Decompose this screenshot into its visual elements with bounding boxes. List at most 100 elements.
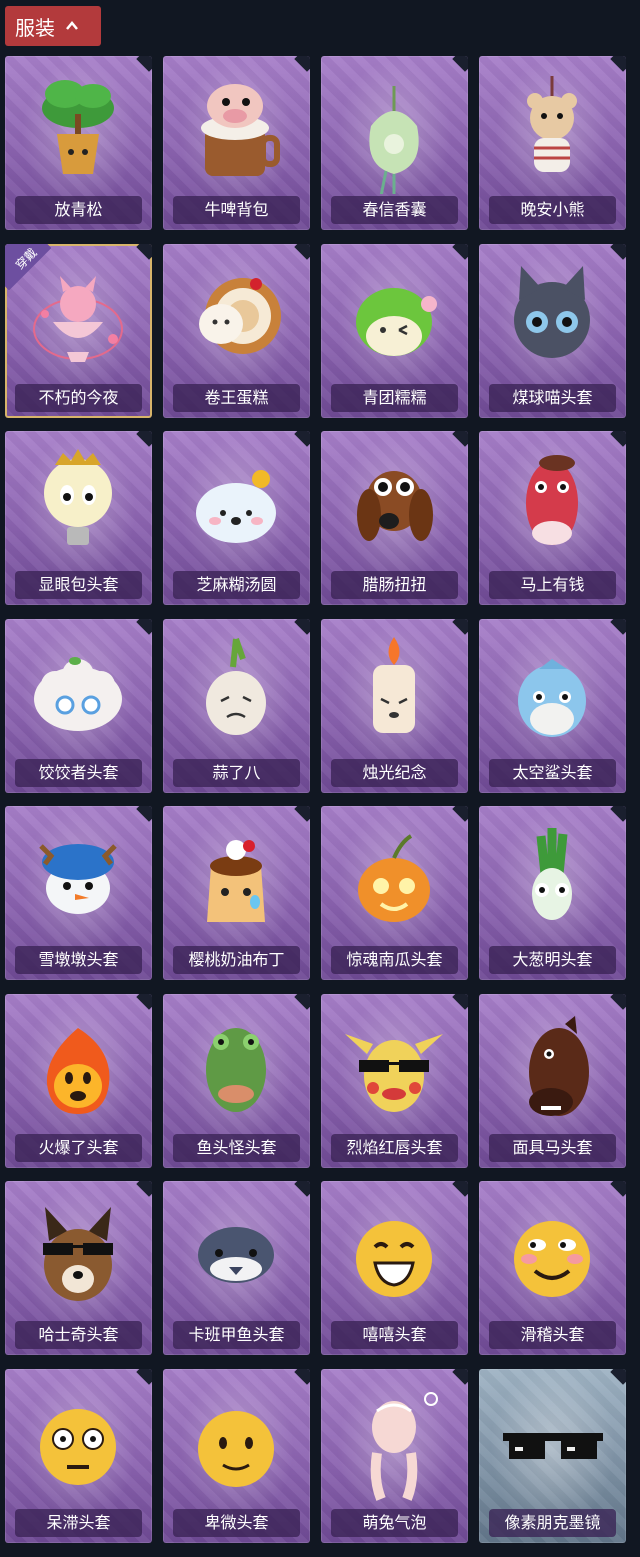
costume-item-card[interactable]: 卷王蛋糕 — [163, 244, 310, 418]
garlic-head-icon — [206, 638, 266, 735]
sachet-icon — [369, 86, 419, 194]
costume-item-card[interactable]: 火爆了头套 — [5, 994, 152, 1168]
costume-item-card[interactable]: 青团糯糯 — [321, 244, 468, 418]
costume-tab[interactable]: 服装 — [5, 6, 101, 46]
costume-item-name: 青团糯糯 — [331, 384, 458, 412]
costume-item-name: 不朽的今夜 — [15, 384, 142, 412]
costume-item-card[interactable]: 樱桃奶油布丁 — [163, 806, 310, 980]
costume-item-card[interactable]: 烈焰红唇头套 — [321, 994, 468, 1168]
costume-item-card[interactable]: 嘻嘻头套 — [321, 1181, 468, 1355]
candle-head-icon — [373, 637, 415, 733]
horse-mask-icon — [529, 1016, 589, 1116]
costume-item-name: 雪墩墩头套 — [15, 946, 142, 974]
costume-item-card[interactable]: 哈士奇头套 — [5, 1181, 152, 1355]
pumpkin-head-icon — [358, 834, 430, 922]
costume-item-card[interactable]: 显眼包头套 — [5, 431, 152, 605]
costume-item-card[interactable]: 牛啤背包 — [163, 56, 310, 230]
worn-badge-label: 穿戴 — [12, 245, 40, 273]
costume-item-name: 大葱明头套 — [489, 946, 616, 974]
costume-item-card[interactable]: 呆滞头套 — [5, 1369, 152, 1543]
costume-item-card[interactable]: 蒜了八 — [163, 619, 310, 793]
chevron-up-icon — [66, 21, 78, 30]
pixel-sunglasses-icon — [503, 1433, 603, 1459]
costume-item-name: 晚安小熊 — [489, 196, 616, 224]
pudding-head-icon — [207, 840, 265, 922]
scallion-head-icon — [532, 828, 572, 920]
red-horse-head-icon — [526, 455, 578, 545]
green-dumpling-icon — [356, 288, 437, 356]
costume-item-card[interactable]: 卑微头套 — [163, 1369, 310, 1543]
costume-item-name: 火爆了头套 — [15, 1134, 142, 1162]
item-grid: 放青松 牛啤背包 春信香囊 晚安小熊 穿戴 不朽的今夜 卷王蛋糕 青团糯糯 煤球喵头套 显眼包头套… — [0, 56, 640, 1553]
shark-head-icon — [518, 659, 586, 737]
costume-item-name: 惊魂南瓜头套 — [331, 946, 458, 974]
costume-item-card[interactable]: 面具马头套 — [479, 994, 626, 1168]
humble-emoji-head-icon — [198, 1411, 274, 1487]
cow-beer-mug-icon — [201, 84, 280, 176]
costume-item-name: 烈焰红唇头套 — [331, 1134, 458, 1162]
costume-item-name: 樱桃奶油布丁 — [173, 946, 300, 974]
costume-item-card[interactable]: 放青松 — [5, 56, 152, 230]
costume-item-name: 煤球喵头套 — [489, 384, 616, 412]
costume-item-card[interactable]: 大葱明头套 — [479, 806, 626, 980]
costume-item-name: 卡班甲鱼头套 — [173, 1321, 300, 1349]
costume-item-card[interactable]: 滑稽头套 — [479, 1181, 626, 1355]
husky-head-icon — [43, 1207, 113, 1301]
costume-item-card[interactable]: 像素朋克墨镜 — [479, 1369, 626, 1543]
rice-ball-icon — [196, 470, 276, 543]
costume-item-card[interactable]: 穿戴 不朽的今夜 — [5, 244, 152, 418]
costume-item-card[interactable]: 马上有钱 — [479, 431, 626, 605]
lightbulb-head-icon — [44, 449, 112, 545]
roll-cake-icon — [199, 278, 281, 354]
teddy-bear-icon — [527, 76, 577, 172]
costume-item-card[interactable]: 晚安小熊 — [479, 56, 626, 230]
costume-item-card[interactable]: 雪墩墩头套 — [5, 806, 152, 980]
dazed-emoji-head-icon — [40, 1409, 116, 1485]
costume-item-name: 马上有钱 — [489, 571, 616, 599]
costume-item-name: 太空鲨头套 — [489, 759, 616, 787]
costume-item-name: 显眼包头套 — [15, 571, 142, 599]
costume-item-name: 萌兔气泡 — [331, 1509, 458, 1537]
costume-item-card[interactable]: 饺饺者头套 — [5, 619, 152, 793]
costume-item-card[interactable]: 腊肠扭扭 — [321, 431, 468, 605]
costume-tab-label: 服装 — [15, 15, 55, 40]
worn-badge: 穿戴 — [5, 244, 51, 290]
costume-item-name: 饺饺者头套 — [15, 759, 142, 787]
costume-item-name: 卷王蛋糕 — [173, 384, 300, 412]
costume-item-name: 烛光纪念 — [331, 759, 458, 787]
snowman-head-icon — [39, 844, 117, 914]
grin-emoji-head-icon — [356, 1221, 432, 1297]
dumpling-head-icon — [34, 657, 122, 731]
fish-head-mask-icon — [206, 1028, 266, 1112]
bunny-bubble-icon — [370, 1392, 438, 1501]
costume-item-name: 滑稽头套 — [489, 1321, 616, 1349]
costume-item-name: 鱼头怪头套 — [173, 1134, 300, 1162]
costume-item-name: 像素朋克墨镜 — [489, 1509, 616, 1537]
costume-item-name: 春信香囊 — [331, 196, 458, 224]
costume-item-name: 牛啤背包 — [173, 196, 300, 224]
fire-head-icon — [46, 1028, 110, 1114]
costume-item-name: 芝麻糊汤圆 — [173, 571, 300, 599]
costume-item-card[interactable]: 芝麻糊汤圆 — [163, 431, 310, 605]
costume-item-card[interactable]: 太空鲨头套 — [479, 619, 626, 793]
black-cat-head-icon — [514, 266, 590, 358]
costume-item-card[interactable]: 卡班甲鱼头套 — [163, 1181, 310, 1355]
costume-item-card[interactable]: 煤球喵头套 — [479, 244, 626, 418]
costume-item-name: 面具马头套 — [489, 1134, 616, 1162]
costume-item-card[interactable]: 鱼头怪头套 — [163, 994, 310, 1168]
costume-item-name: 呆滞头套 — [15, 1509, 142, 1537]
bonsai-tree-icon — [42, 80, 114, 174]
costume-item-card[interactable]: 萌兔气泡 — [321, 1369, 468, 1543]
pikachu-lips-head-icon — [345, 1034, 443, 1112]
costume-item-name: 蒜了八 — [173, 759, 300, 787]
costume-item-card[interactable]: 春信香囊 — [321, 56, 468, 230]
costume-item-name: 卑微头套 — [173, 1509, 300, 1537]
costume-item-name: 腊肠扭扭 — [331, 571, 458, 599]
costume-item-name: 嘻嘻头套 — [331, 1321, 458, 1349]
costume-item-card[interactable]: 惊魂南瓜头套 — [321, 806, 468, 980]
funny-emoji-head-icon — [514, 1221, 590, 1297]
costume-item-card[interactable]: 烛光纪念 — [321, 619, 468, 793]
dachshund-head-icon — [357, 471, 433, 541]
costume-item-name: 放青松 — [15, 196, 142, 224]
costume-item-name: 哈士奇头套 — [15, 1321, 142, 1349]
